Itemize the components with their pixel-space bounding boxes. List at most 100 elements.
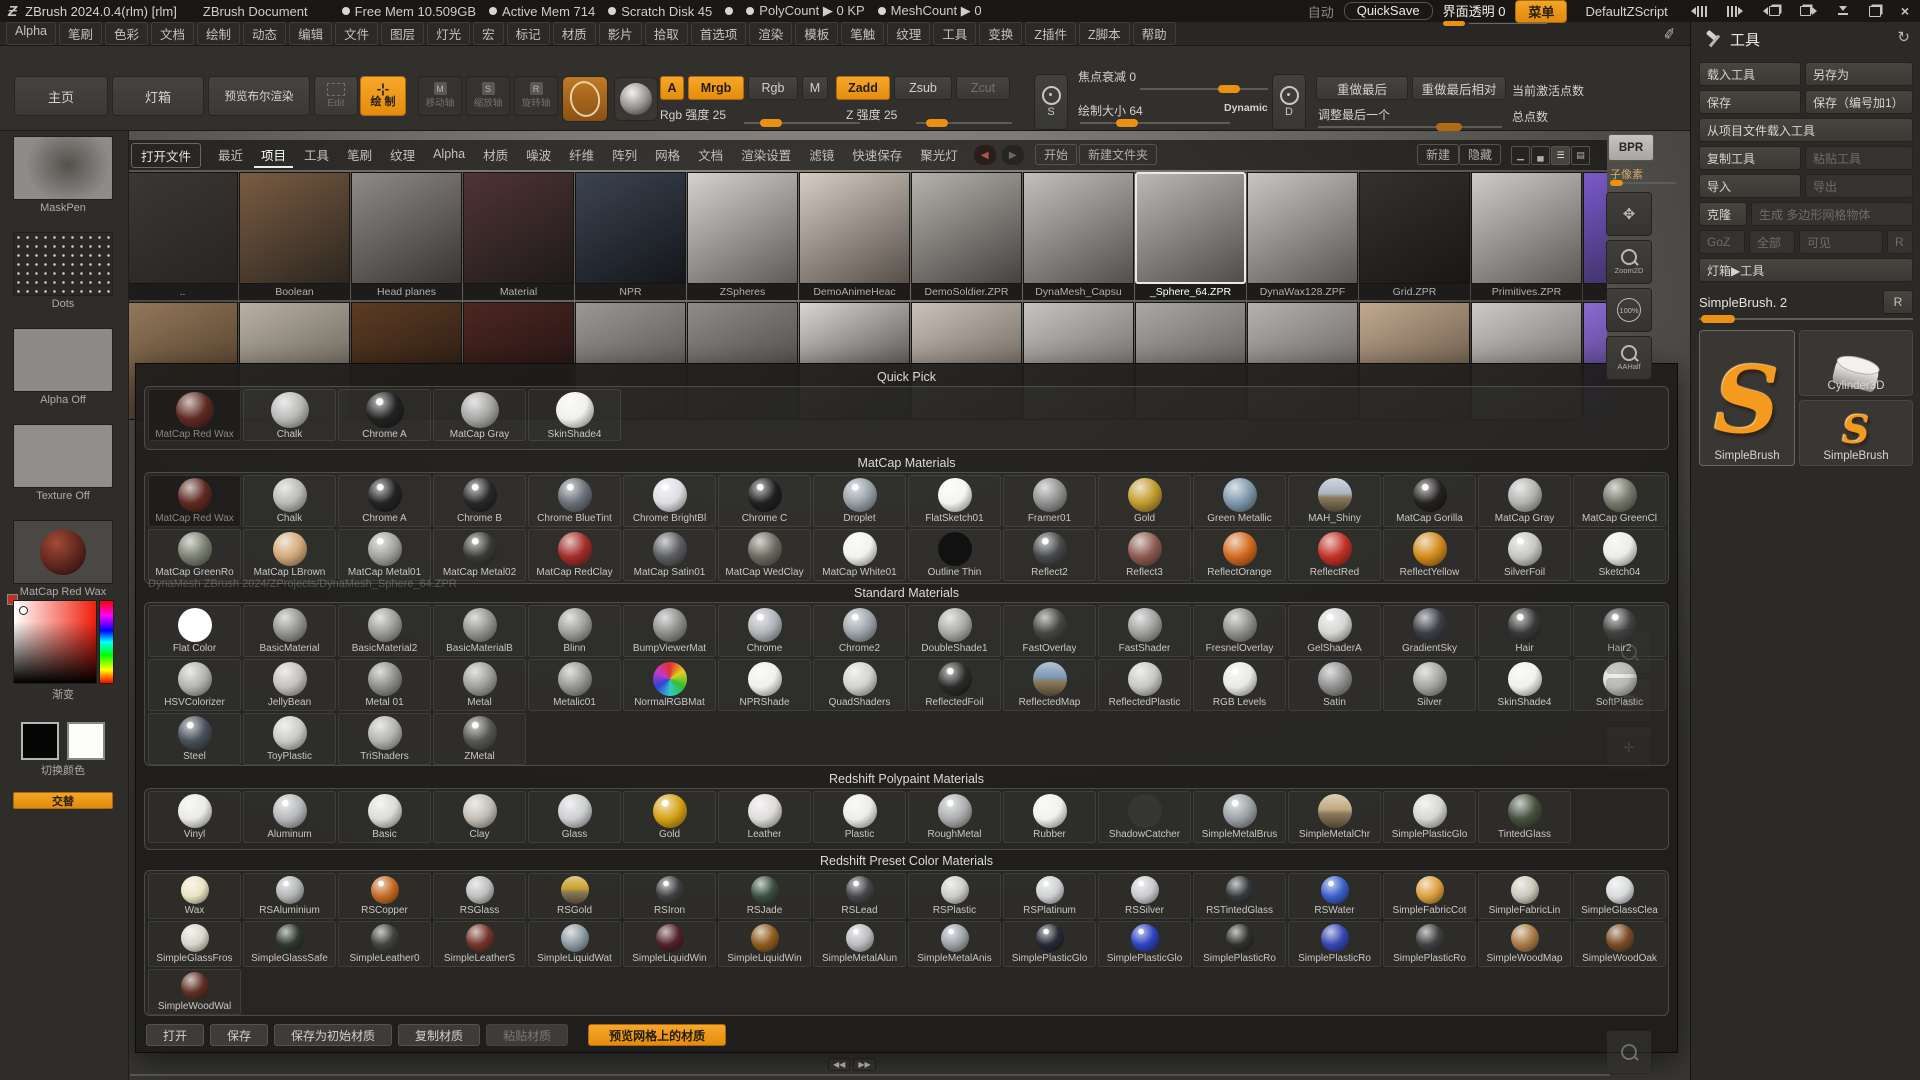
material-tile[interactable]: Silver [1383,659,1476,711]
close-icon[interactable]: × [1896,5,1914,17]
lightbox-tab-0[interactable]: 最近 [211,143,250,168]
quicksave-button[interactable]: QuickSave [1344,2,1433,20]
focal-shift-slider[interactable] [1140,88,1268,90]
lightbox-item[interactable]: Primitives.ZPR [1471,172,1582,300]
material-tile[interactable]: Wax [148,873,241,919]
see-through-pen-icon[interactable]: ✎ [1660,25,1680,41]
spix-slider[interactable] [1610,182,1676,184]
tool-panel-button[interactable]: 保存（编号加1） [1805,90,1913,114]
lightbox-button[interactable]: 灯箱 [112,76,204,116]
material-tile[interactable]: Clay [433,791,526,843]
lightbox-tab-6[interactable]: 材质 [476,143,515,168]
tool-panel-button[interactable]: 导入 [1699,174,1801,198]
thumb-size-large-icon[interactable]: ☰ [1551,146,1570,165]
material-tile[interactable]: SimpleGlassFros [148,921,241,967]
material-tile[interactable]: SimplePlasticRo [1288,921,1381,967]
lightbox-item[interactable]: Head planes [351,172,462,300]
tool-panel-button[interactable]: 灯箱▶工具 [1699,258,1913,282]
cylinder3d-tool-thumbnail[interactable]: Cylinder3D [1799,330,1913,396]
material-tile[interactable]: ShadowCatcher [1098,791,1191,843]
start-button[interactable]: 开始 [1035,144,1077,165]
tool-panel-button[interactable]: 从项目文件载入工具 [1699,118,1913,142]
material-tile[interactable]: RSGold [528,873,621,919]
new-folder-button[interactable]: 新建文件夹 [1079,144,1157,165]
lightbox-tab-12[interactable]: 渲染设置 [734,143,798,168]
material-tile[interactable]: BasicMaterial2 [338,605,431,657]
adjust-last-slider[interactable] [1318,126,1502,128]
material-tile[interactable]: Framer01 [1003,475,1096,527]
paint-mode-a-button[interactable]: A [660,76,684,100]
menu-item-Z脚本[interactable]: Z脚本 [1079,22,1130,45]
material-tile[interactable]: Metal [433,659,526,711]
brush-thumbnail[interactable] [13,136,113,200]
lightbox-tab-10[interactable]: 网格 [648,143,687,168]
rotate-gizmo-button[interactable]: R旋转轴 [514,76,558,116]
lightbox-tab-11[interactable]: 文档 [691,143,730,168]
material-tile[interactable]: ReflectOrange [1193,529,1286,581]
material-tile[interactable]: GradientSky [1383,605,1476,657]
zcut-button[interactable]: Zcut [956,76,1010,100]
lightbox-item[interactable]: Material [463,172,574,300]
current-texture-button[interactable] [614,77,658,121]
tool-panel-button[interactable]: R [1887,230,1913,254]
material-tile[interactable]: Vinyl [148,791,241,843]
menu-item-文件[interactable]: 文件 [335,22,378,45]
color-picker-cursor[interactable] [19,606,28,615]
material-tile[interactable]: Chrome2 [813,605,906,657]
menu-item-笔刷[interactable]: 笔刷 [59,22,102,45]
tool-panel-button[interactable]: 导出 [1805,174,1913,198]
material-tile[interactable]: Steel [148,713,241,765]
menu-item-工具[interactable]: 工具 [933,22,976,45]
material-tile[interactable]: ReflectedPlastic [1098,659,1191,711]
material-tile[interactable]: MatCap WedClay [718,529,811,581]
material-tile[interactable]: SimpleMetalChr [1288,791,1381,843]
material-tile[interactable]: NormalRGBMat [623,659,716,711]
minimize-icon[interactable] [1832,5,1854,17]
zoom2d-button[interactable]: Zoom2D [1606,240,1652,284]
material-tile[interactable]: NPRShade [718,659,811,711]
home-button[interactable]: 主页 [14,76,108,116]
menu-item-编辑[interactable]: 编辑 [289,22,332,45]
material-tile[interactable]: Metal 01 [338,659,431,711]
color-picker-field[interactable] [13,600,97,684]
divider-collapse-right-icon[interactable] [1722,6,1748,17]
material-tile[interactable]: MatCap Gorilla [1383,475,1476,527]
material-tile[interactable]: TintedGlass [1478,791,1571,843]
tool-panel-button[interactable]: 另存为 [1805,62,1913,86]
tool-panel-button[interactable]: 粘贴工具 [1805,146,1913,170]
material-tile[interactable]: SimpleLiquidWin [623,921,716,967]
shelf-dim-button-2[interactable]: ▤ [1606,678,1652,722]
material-tile[interactable]: TriShaders [338,713,431,765]
material-footer-button-3[interactable]: 复制材质 [398,1024,480,1046]
lightbox-tab-1[interactable]: 项目 [254,143,293,168]
lightbox-tab-8[interactable]: 纤维 [562,143,601,168]
lightbox-item[interactable]: Grid.ZPR [1359,172,1470,300]
material-tile[interactable]: BumpViewerMat [623,605,716,657]
material-tile[interactable]: SimpleMetalAlun [813,921,906,967]
material-tile[interactable]: ZMetal [433,713,526,765]
material-tile[interactable]: Aluminum [243,791,336,843]
lightbox-item[interactable]: Boolean [239,172,350,300]
lightbox-prev-icon[interactable]: ◀ [973,144,997,166]
menu-item-绘制[interactable]: 绘制 [197,22,240,45]
material-tile[interactable]: RSPlastic [908,873,1001,919]
material-tile[interactable]: SimplePlasticGlo [1003,921,1096,967]
lightbox-item[interactable]: NPR [575,172,686,300]
menu-item-变换[interactable]: 变换 [979,22,1022,45]
material-tile[interactable]: SkinShade4 [1478,659,1571,711]
bpr-button[interactable]: BPR [1608,134,1654,161]
main-color-swatch[interactable] [21,722,59,760]
menu-item-灯光[interactable]: 灯光 [427,22,470,45]
material-tile[interactable]: SimpleLeather0 [338,921,431,967]
material-footer-button-0[interactable]: 打开 [146,1024,204,1046]
rgb-intensity-slider[interactable] [744,122,860,124]
menu-item-图层[interactable]: 图层 [381,22,424,45]
material-footer-button-1[interactable]: 保存 [210,1024,268,1046]
ui-opacity-slider[interactable]: 界面透明 0 [1443,1,1506,22]
material-tile[interactable]: MatCap GreenRo [148,529,241,581]
lightbox-tab-3[interactable]: 笔刷 [340,143,379,168]
material-tile[interactable]: GelShaderA [1288,605,1381,657]
material-tile[interactable]: RSWater [1288,873,1381,919]
material-tile[interactable]: MatCap Metal02 [433,529,526,581]
tool-panel-button[interactable]: 复制工具 [1699,146,1801,170]
